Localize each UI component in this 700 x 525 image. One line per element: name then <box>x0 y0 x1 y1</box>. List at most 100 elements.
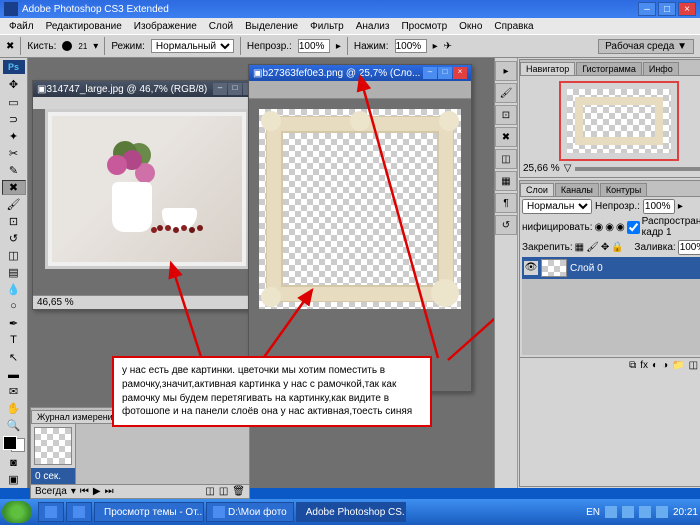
lasso-tool[interactable]: ⊃ <box>2 112 26 127</box>
rpanel-swatch-icon[interactable]: ◫ <box>495 149 517 169</box>
start-button[interactable] <box>2 501 32 523</box>
quicklaunch-1[interactable] <box>38 502 64 522</box>
unify-icon-1[interactable]: ◉ <box>594 222 603 233</box>
new-layer-icon[interactable]: ◫ <box>689 360 698 371</box>
lock-pos-icon[interactable]: ✥ <box>601 242 609 253</box>
layer-row-0[interactable]: 👁 Слой 0 <box>522 257 700 279</box>
ps-logo[interactable]: Ps <box>2 59 26 75</box>
unify-icon-2[interactable]: ◉ <box>605 222 614 233</box>
nav-zoom-value[interactable]: 25,66 % <box>523 163 560 174</box>
mode-select[interactable]: Нормальный <box>151 39 234 53</box>
stamp-tool[interactable]: ⊡ <box>2 214 26 229</box>
history-state-row[interactable]: 0 сек. <box>31 468 75 484</box>
flow-input[interactable] <box>395 39 427 53</box>
history-thumbnail[interactable] <box>34 427 72 465</box>
gradient-tool[interactable]: ▤ <box>2 265 26 280</box>
rpanel-collapse-icon[interactable]: ▸ <box>495 61 517 81</box>
opacity-input[interactable] <box>298 39 330 53</box>
doc1-titlebar[interactable]: ▣ 314747_large.jpg @ 46,7% (RGB/8) – □ × <box>33 81 261 97</box>
menu-select[interactable]: Выделение <box>240 20 303 33</box>
layer-mask-icon[interactable]: ◐ <box>652 360 658 371</box>
rewind-icon[interactable]: ⏮ <box>80 486 89 497</box>
tab-histogram[interactable]: Гистограмма <box>576 62 642 75</box>
blend-mode-select[interactable]: Нормальный <box>522 199 592 214</box>
hand-tool[interactable]: ✋ <box>2 401 26 416</box>
lock-trans-icon[interactable]: ▦ <box>575 242 584 253</box>
eraser-tool[interactable]: ◫ <box>2 248 26 263</box>
fill-input[interactable] <box>678 240 700 255</box>
menu-image[interactable]: Изображение <box>129 20 202 33</box>
layer-thumbnail[interactable] <box>541 259 567 277</box>
close-button[interactable]: × <box>678 2 696 16</box>
rpanel-color-icon[interactable]: ▦ <box>495 171 517 191</box>
propagate-checkbox[interactable] <box>627 221 640 234</box>
layer-name[interactable]: Слой 0 <box>570 263 603 274</box>
type-tool[interactable]: T <box>2 333 26 348</box>
zoom-tool[interactable]: 🔍 <box>2 418 26 433</box>
menu-file[interactable]: Файл <box>4 20 39 33</box>
lang-indicator[interactable]: EN <box>586 507 600 518</box>
wand-tool[interactable]: ✦ <box>2 129 26 144</box>
lock-all-icon[interactable]: 🔒 <box>611 242 623 253</box>
layer-fx-icon[interactable]: fx <box>640 360 648 371</box>
forward-icon[interactable]: ⏭ <box>105 486 114 497</box>
maximize-button[interactable]: □ <box>658 2 676 16</box>
crop-tool[interactable]: ✂ <box>2 146 26 161</box>
menu-analysis[interactable]: Анализ <box>351 20 395 33</box>
move-tool[interactable]: ✥ <box>2 77 26 92</box>
shape-tool[interactable]: ▬ <box>2 367 26 382</box>
tab-paths[interactable]: Контуры <box>600 183 647 196</box>
tab-channels[interactable]: Каналы <box>555 183 599 196</box>
pen-tool[interactable]: ✒ <box>2 316 26 331</box>
tray-icon-2[interactable] <box>622 506 634 518</box>
menu-filter[interactable]: Фильтр <box>305 20 349 33</box>
taskbar-btn-browser[interactable]: Просмотр темы - От... <box>94 502 204 522</box>
brush-tool-icon[interactable]: ✖ <box>6 41 14 52</box>
healing-tool[interactable]: ✖ <box>2 180 26 195</box>
quickmask-tool[interactable]: ◙ <box>2 455 26 470</box>
doc2-titlebar[interactable]: ▣ b27363fef0e3.png @ 25,7% (Сло... – □ × <box>249 65 471 81</box>
marquee-tool[interactable]: ▭ <box>2 95 26 110</box>
rpanel-clone-icon[interactable]: ⊡ <box>495 105 517 125</box>
dodge-tool[interactable]: ○ <box>2 299 26 314</box>
minimize-button[interactable]: – <box>638 2 656 16</box>
doc2-canvas[interactable] <box>259 109 461 309</box>
link-layers-icon[interactable]: ⧉ <box>629 360 636 371</box>
brush-tool[interactable]: 🖌 <box>2 197 26 212</box>
adjustment-icon[interactable]: ◑ <box>662 360 668 371</box>
rpanel-history-icon[interactable]: ↺ <box>495 215 517 235</box>
group-icon[interactable]: 📁 <box>672 360 684 371</box>
tray-icon-3[interactable] <box>639 506 651 518</box>
doc1-max[interactable]: □ <box>228 83 242 95</box>
doc2-min[interactable]: – <box>423 67 437 79</box>
new-frame-icon[interactable]: ◫ <box>219 486 228 497</box>
menu-layer[interactable]: Слой <box>204 20 238 33</box>
menu-window[interactable]: Окно <box>454 20 487 33</box>
tab-navigator[interactable]: Навигатор <box>520 62 575 75</box>
screenmode-tool[interactable]: ▣ <box>2 472 26 487</box>
tray-icon-1[interactable] <box>605 506 617 518</box>
navigator-preview[interactable] <box>559 81 679 161</box>
doc1-min[interactable]: – <box>213 83 227 95</box>
taskbar-btn-explorer[interactable]: D:\Мои фото <box>206 502 294 522</box>
taskbar-btn-photoshop[interactable]: Adobe Photoshop CS... <box>296 502 406 522</box>
layer-visibility-icon[interactable]: 👁 <box>524 261 538 275</box>
quicklaunch-2[interactable] <box>66 502 92 522</box>
eyedropper-tool[interactable]: ✎ <box>2 163 26 178</box>
rpanel-para-icon[interactable]: ¶ <box>495 193 517 213</box>
notes-tool[interactable]: ✉ <box>2 384 26 399</box>
unify-icon-3[interactable]: ◉ <box>616 222 625 233</box>
rpanel-char-icon[interactable]: ✖ <box>495 127 517 147</box>
document-window-1[interactable]: ▣ 314747_large.jpg @ 46,7% (RGB/8) – □ ×… <box>32 80 262 310</box>
play-icon[interactable]: ▶ <box>93 486 101 497</box>
zoom-out-icon[interactable]: ▽ <box>564 163 572 174</box>
airbrush-icon[interactable]: ✈ <box>444 41 452 52</box>
tab-info[interactable]: Инфо <box>643 62 679 75</box>
color-swatch[interactable] <box>3 436 25 452</box>
doc1-canvas[interactable] <box>45 109 249 269</box>
clock[interactable]: 20:21 <box>673 507 698 518</box>
delete-frame-icon[interactable]: 🗑 <box>232 486 245 497</box>
blur-tool[interactable]: 💧 <box>2 282 26 297</box>
layers-empty-area[interactable] <box>522 279 700 355</box>
workspace-button[interactable]: Рабочая среда ▼ <box>598 39 694 54</box>
